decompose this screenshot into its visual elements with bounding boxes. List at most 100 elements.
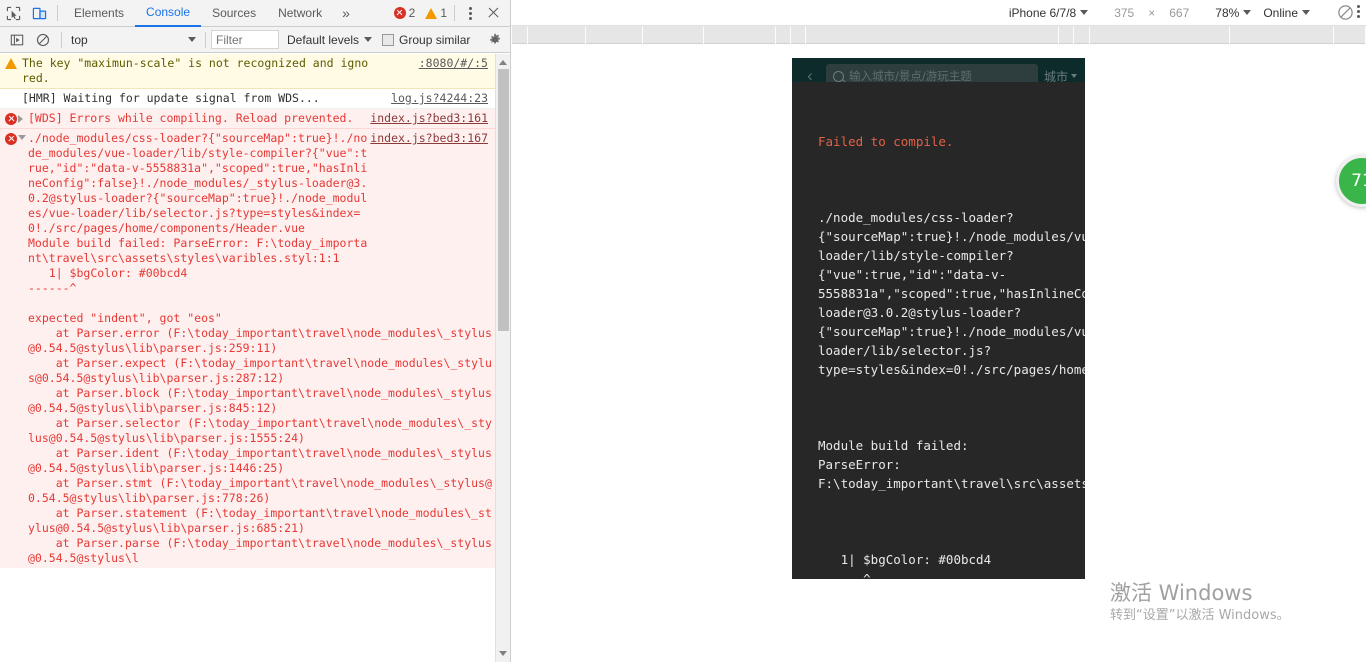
tab-elements[interactable]: Elements bbox=[63, 0, 135, 27]
devtools-main-toolbar: Elements Console Sources Network » 2 1 bbox=[0, 0, 510, 27]
ruler-tick bbox=[527, 26, 528, 44]
stack-frame: at Parser.ident (F:\today_important\trav… bbox=[28, 446, 492, 475]
device-emulation-area: iPhone 6/7/8 375 × 667 78% Online ‹ 输入城市… bbox=[511, 0, 1366, 662]
clear-console-glyph bbox=[36, 33, 50, 46]
log-levels-label: Default levels bbox=[287, 32, 360, 47]
console-message-error-wds[interactable]: index.js?bed3:161 [WDS] Errors while com… bbox=[0, 109, 510, 129]
device-emulation-toolbar: iPhone 6/7/8 375 × 667 78% Online bbox=[511, 0, 1366, 26]
chevron-down-icon-throttling bbox=[1302, 10, 1310, 15]
console-message-error-build[interactable]: index.js?bed3:167 ./node_modules/css-loa… bbox=[0, 129, 510, 568]
ruler-tick bbox=[805, 26, 806, 44]
viewport-height-field[interactable]: 667 bbox=[1169, 6, 1189, 20]
tab-network[interactable]: Network bbox=[267, 0, 333, 27]
ruler-tick bbox=[775, 26, 776, 44]
execution-context-select[interactable]: top bbox=[67, 30, 200, 50]
warning-icon bbox=[5, 58, 17, 69]
overlay-module-path: ./node_modules/css-loader? {"sourceMap":… bbox=[818, 210, 1085, 377]
error-icon bbox=[5, 133, 17, 145]
error-count-label: 2 bbox=[408, 6, 416, 20]
warning-count-label: 1 bbox=[440, 6, 447, 20]
execution-context-value: top bbox=[71, 32, 88, 47]
devtools-panel: Elements Console Sources Network » 2 1 t… bbox=[0, 0, 511, 662]
console-scrollbar[interactable] bbox=[495, 54, 510, 662]
scroll-up-arrow-icon[interactable] bbox=[499, 60, 507, 65]
inspect-cursor-icon[interactable] bbox=[0, 0, 26, 26]
stack-frame: at Parser.error (F:\today_important\trav… bbox=[28, 326, 492, 355]
throttling-label: Online bbox=[1263, 5, 1298, 20]
stack-frame: at Parser.expect (F:\today_important\tra… bbox=[28, 356, 492, 385]
more-tabs-button[interactable]: » bbox=[333, 0, 359, 27]
gear-icon[interactable] bbox=[484, 29, 506, 51]
close-icon[interactable] bbox=[480, 0, 506, 26]
console-source-link[interactable]: log.js?4244:23 bbox=[391, 91, 488, 106]
stack-frame: at Parser.parse (F:\today_important\trav… bbox=[28, 536, 492, 565]
more-options-icon[interactable] bbox=[460, 6, 480, 20]
warning-count-badge[interactable]: 1 bbox=[425, 6, 447, 20]
devtools-tabs: Elements Console Sources Network » bbox=[63, 0, 359, 27]
chevron-down-icon-zoom bbox=[1243, 10, 1252, 15]
stack-frame: at Parser.block (F:\today_important\trav… bbox=[28, 386, 492, 415]
viewport-width-value: 375 bbox=[1114, 5, 1135, 20]
console-message-info[interactable]: log.js?4244:23 [HMR] Waiting for update … bbox=[0, 89, 510, 109]
inspect-cursor-glyph bbox=[6, 6, 20, 20]
ruler-tick bbox=[703, 26, 704, 44]
collapse-arrow-icon[interactable] bbox=[18, 135, 26, 140]
group-similar-toggle[interactable]: Group similar bbox=[382, 33, 470, 47]
rotate-device-icon[interactable] bbox=[1332, 0, 1358, 26]
device-toolbar-icon[interactable] bbox=[26, 0, 52, 26]
toolbar-right-group: 2 1 bbox=[393, 0, 510, 26]
console-filter-input[interactable] bbox=[211, 30, 279, 49]
chevron-down-icon-city bbox=[1071, 74, 1077, 78]
log-levels-select[interactable]: Default levels bbox=[287, 32, 373, 47]
ruler-tick bbox=[1333, 26, 1334, 44]
emulation-more-options-icon[interactable] bbox=[1357, 5, 1360, 18]
group-similar-checkbox[interactable] bbox=[382, 33, 395, 46]
execution-context-icon[interactable] bbox=[4, 27, 30, 53]
device-name-label: iPhone 6/7/8 bbox=[1008, 5, 1077, 20]
clear-console-icon[interactable] bbox=[30, 27, 56, 53]
overlay-build-failed: Module build failed: ParseError: F:\toda… bbox=[818, 438, 1085, 491]
scrollbar-thumb[interactable] bbox=[498, 69, 509, 331]
emulation-canvas: ‹ 输入城市/景点/游玩主题 城市 Failed to compile. ./n… bbox=[511, 45, 1366, 662]
viewport-width-field[interactable]: 375 bbox=[1114, 6, 1134, 20]
ruler-tick bbox=[1058, 26, 1059, 44]
dimension-separator: × bbox=[1148, 6, 1155, 20]
ruler-tick bbox=[1229, 26, 1230, 44]
rotate-device-glyph bbox=[1337, 5, 1353, 20]
scroll-down-arrow-icon[interactable] bbox=[499, 651, 507, 656]
console-filter-toolbar: top Default levels Group similar bbox=[0, 27, 510, 53]
stack-frame: at Parser.statement (F:\today_important\… bbox=[28, 506, 492, 535]
console-message-warning[interactable]: :8080/#/:5 The key "maximun-scale" is no… bbox=[0, 54, 510, 89]
overlay-title: Failed to compile. bbox=[818, 134, 954, 149]
group-similar-label: Group similar bbox=[399, 32, 471, 47]
throttling-select[interactable]: Online bbox=[1263, 6, 1310, 20]
times-symbol: × bbox=[1148, 5, 1156, 20]
error-icon bbox=[5, 113, 17, 125]
chevron-down-icon-device bbox=[1080, 10, 1089, 15]
console-source-link[interactable]: index.js?bed3:167 bbox=[370, 131, 488, 146]
ruler-tick bbox=[790, 26, 791, 44]
filterbar-divider bbox=[61, 31, 62, 48]
ruler-tick bbox=[511, 26, 512, 44]
console-source-link[interactable]: :8080/#/:5 bbox=[419, 56, 488, 71]
ruler-tick bbox=[642, 26, 643, 44]
stack-frame: at Parser.selector (F:\today_important\t… bbox=[28, 416, 492, 445]
console-message-text: ./node_modules/css-loader?{"sourceMap":t… bbox=[28, 131, 368, 325]
stack-frame: at Parser.stmt (F:\today_important\trave… bbox=[28, 476, 492, 505]
error-icon bbox=[393, 7, 406, 19]
console-message-list[interactable]: :8080/#/:5 The key "maximun-scale" is no… bbox=[0, 54, 510, 662]
ruler-tick bbox=[1089, 26, 1090, 44]
tab-sources[interactable]: Sources bbox=[201, 0, 267, 27]
device-toolbar-glyph bbox=[32, 7, 46, 19]
chevron-down-icon-levels bbox=[364, 37, 373, 42]
tab-console[interactable]: Console bbox=[135, 0, 202, 27]
device-select[interactable]: iPhone 6/7/8 bbox=[1008, 5, 1089, 20]
expand-arrow-icon[interactable] bbox=[18, 115, 23, 123]
overlay-code-frame: 1| $bgColor: #00bcd4 ------^ bbox=[818, 552, 992, 579]
zoom-select[interactable]: 78% bbox=[1215, 6, 1252, 20]
device-viewport[interactable]: ‹ 输入城市/景点/游玩主题 城市 Failed to compile. ./n… bbox=[792, 58, 1085, 579]
console-source-link[interactable]: index.js?bed3:161 bbox=[370, 111, 488, 126]
error-count-badge[interactable]: 2 bbox=[393, 6, 416, 20]
ruler-tick bbox=[585, 26, 586, 44]
filterbar-divider-2 bbox=[205, 31, 206, 48]
